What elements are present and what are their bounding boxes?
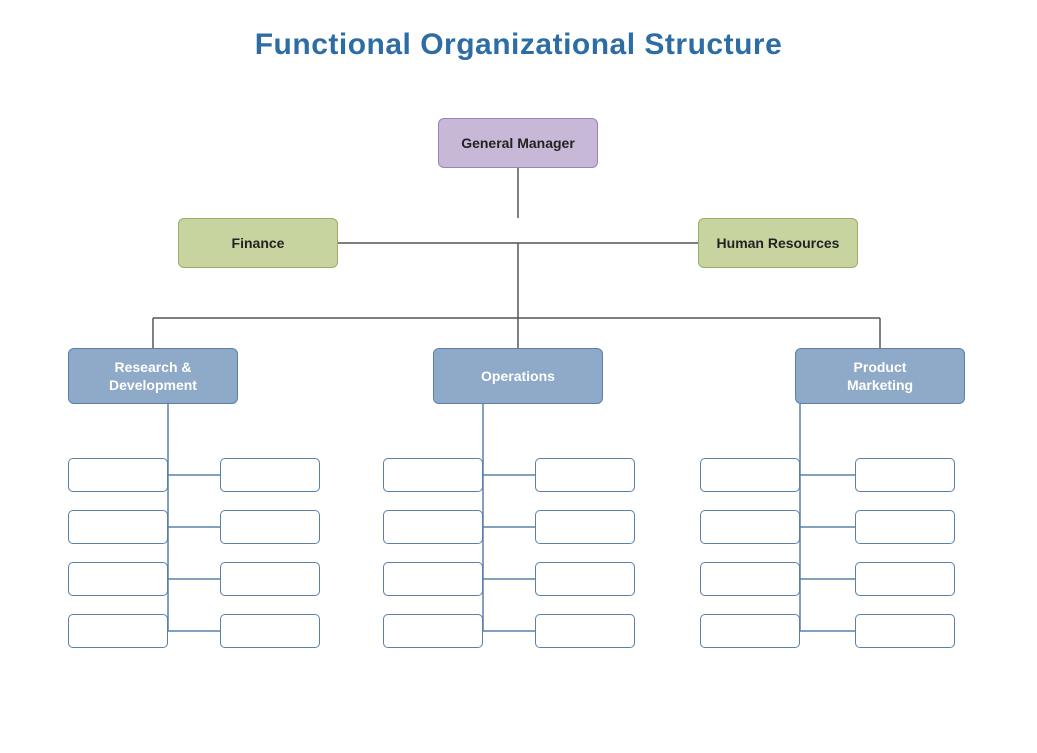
ops-sub-right-3 — [535, 562, 635, 596]
rd-sub-left-1 — [68, 458, 168, 492]
pm-sub-right-1 — [855, 458, 955, 492]
rd-sub-left-3 — [68, 562, 168, 596]
pm-sub-left-4 — [700, 614, 800, 648]
rd-sub-left-4 — [68, 614, 168, 648]
pm-sub-left-3 — [700, 562, 800, 596]
ops-sub-left-2 — [383, 510, 483, 544]
pm-box: Product Marketing — [795, 348, 965, 404]
pm-sub-left-1 — [700, 458, 800, 492]
rd-sub-right-3 — [220, 562, 320, 596]
hr-box: Human Resources — [698, 218, 858, 268]
ops-sub-left-1 — [383, 458, 483, 492]
page-title: Functional Organizational Structure — [0, 0, 1037, 62]
ops-sub-left-3 — [383, 562, 483, 596]
rd-box: Research & Development — [68, 348, 238, 404]
page: Functional Organizational Structure — [0, 0, 1037, 753]
pm-sub-right-2 — [855, 510, 955, 544]
ops-sub-right-2 — [535, 510, 635, 544]
pm-sub-left-2 — [700, 510, 800, 544]
pm-sub-right-4 — [855, 614, 955, 648]
rd-sub-right-1 — [220, 458, 320, 492]
finance-box: Finance — [178, 218, 338, 268]
rd-sub-right-2 — [220, 510, 320, 544]
pm-sub-right-3 — [855, 562, 955, 596]
ops-sub-right-4 — [535, 614, 635, 648]
rd-sub-left-2 — [68, 510, 168, 544]
ops-box: Operations — [433, 348, 603, 404]
ops-sub-right-1 — [535, 458, 635, 492]
general-manager-box: General Manager — [438, 118, 598, 168]
rd-sub-right-4 — [220, 614, 320, 648]
ops-sub-left-4 — [383, 614, 483, 648]
